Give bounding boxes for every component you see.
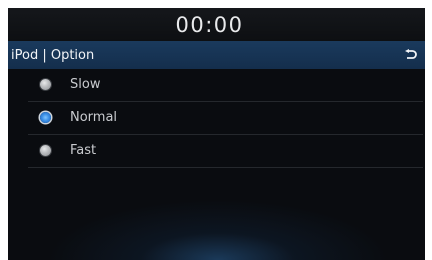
title-bar: iPod | Option (8, 41, 425, 69)
option-row-normal[interactable]: Normal (8, 102, 425, 135)
clock: 00:00 (175, 12, 244, 37)
option-label: Slow (70, 77, 101, 92)
option-list: Slow Normal Fast (8, 69, 425, 168)
divider (28, 167, 423, 168)
option-row-slow[interactable]: Slow (8, 69, 425, 102)
page-title: iPod | Option (11, 47, 95, 63)
back-button[interactable] (401, 45, 421, 65)
back-arrow-icon (405, 49, 417, 59)
radio-button-selected[interactable] (40, 112, 51, 123)
option-label: Fast (70, 143, 97, 158)
radio-button[interactable] (40, 79, 51, 90)
status-bar: 00:00 (8, 8, 425, 41)
option-row-fast[interactable]: Fast (8, 135, 425, 168)
screen: 00:00 iPod | Option Slow Normal Fast (8, 8, 425, 260)
option-label: Normal (70, 110, 118, 125)
frame: 00:00 iPod | Option Slow Normal Fast (0, 0, 432, 260)
radio-button[interactable] (40, 145, 51, 156)
